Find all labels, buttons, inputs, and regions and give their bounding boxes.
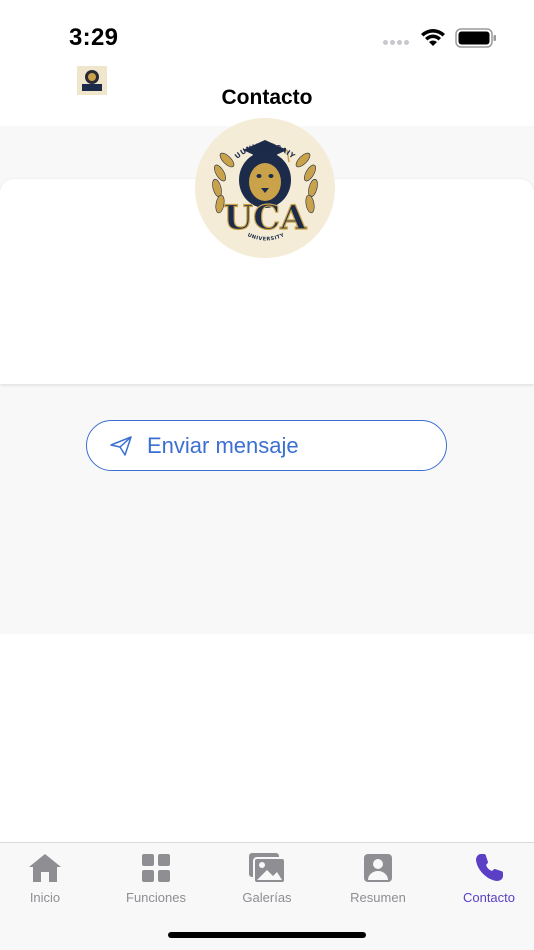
- profile-icon: [364, 854, 392, 882]
- tab-contacto[interactable]: Contacto: [436, 843, 534, 913]
- send-message-label: Enviar mensaje: [147, 432, 299, 458]
- status-time: 3:29: [69, 24, 119, 51]
- tab-inicio[interactable]: Inicio: [0, 843, 98, 913]
- tab-funciones[interactable]: Funciones: [103, 843, 209, 913]
- tab-label: Inicio: [29, 890, 61, 905]
- send-message-button[interactable]: Enviar mensaje: [86, 420, 447, 471]
- home-icon: [29, 854, 61, 882]
- tab-label: Funciones: [126, 890, 186, 905]
- home-indicator: [168, 932, 366, 938]
- battery-icon: [455, 28, 496, 48]
- phone-icon: [476, 854, 503, 881]
- university-logo: UUNVEERSAIY UCA UNIVERSITY: [195, 118, 335, 258]
- tab-galerias[interactable]: Galerías: [214, 843, 320, 913]
- status-bar: 3:29: [0, 0, 534, 64]
- grid-icon: [142, 854, 170, 882]
- cellular-signal-icon: [383, 40, 409, 45]
- tab-label: Resumen: [350, 890, 406, 905]
- page-title: Contacto: [221, 86, 313, 109]
- tab-label: Galerías: [242, 890, 292, 905]
- wifi-icon: [421, 29, 445, 46]
- gallery-icon: [249, 853, 286, 884]
- paper-plane-icon: [110, 435, 132, 456]
- tab-label: Contacto: [462, 890, 516, 905]
- logo-initials: UCA: [223, 198, 307, 238]
- tab-resumen[interactable]: Resumen: [325, 843, 431, 913]
